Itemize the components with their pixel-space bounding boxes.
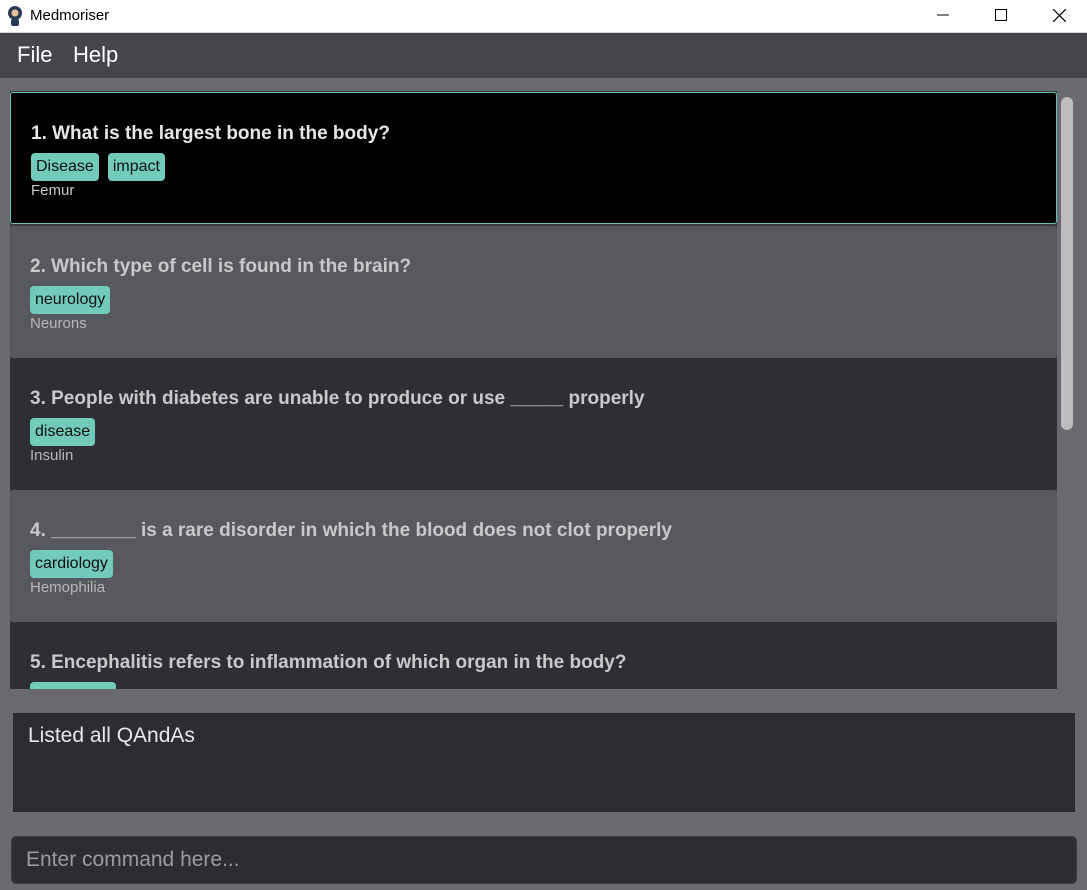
tag: impact	[107, 153, 165, 181]
card-answer: Neurons	[30, 315, 87, 332]
card-tags	[30, 682, 116, 689]
maximize-button[interactable]	[972, 0, 1030, 30]
card-answer: Femur	[31, 182, 75, 199]
menu-file[interactable]: File	[17, 42, 52, 68]
scrollbar-thumb[interactable]	[1061, 97, 1073, 430]
tag: disease	[30, 418, 96, 446]
qanda-card-5[interactable]: 5. Encephalitis refers to inflammation o…	[10, 622, 1057, 689]
card-question: 5. Encephalitis refers to inflammation o…	[30, 652, 627, 673]
card-answer: Hemophilia	[30, 579, 106, 596]
card-tags: neurology	[30, 286, 111, 314]
tag	[30, 682, 116, 689]
card-tags: cardiology	[30, 550, 113, 578]
card-tags: disease	[30, 418, 96, 446]
qanda-card-4[interactable]: 4. ________ is a rare disorder in which …	[10, 490, 1057, 622]
qanda-card-1[interactable]: 1. What is the largest bone in the body?…	[10, 92, 1057, 224]
minimize-button[interactable]	[914, 0, 972, 30]
close-icon	[1052, 8, 1066, 22]
card-answer: Insulin	[30, 447, 74, 464]
result-display: Listed all QAndAs	[13, 713, 1075, 812]
minimize-icon	[937, 14, 949, 16]
result-text: Listed all QAndAs	[28, 724, 195, 747]
menu-bar: File Help	[0, 33, 1087, 78]
title-bar: Medmoriser	[0, 0, 1087, 33]
card-tags: Disease impact	[31, 153, 165, 181]
card-question: 2. Which type of cell is found in the br…	[30, 256, 412, 277]
qanda-card-3[interactable]: 3. People with diabetes are unable to pr…	[10, 358, 1057, 490]
card-question: 4. ________ is a rare disorder in which …	[30, 520, 672, 541]
card-question: 3. People with diabetes are unable to pr…	[30, 388, 645, 409]
command-box	[11, 836, 1077, 884]
tag: Disease	[31, 153, 99, 181]
card-question: 1. What is the largest bone in the body?	[31, 123, 390, 144]
tag: neurology	[30, 286, 111, 314]
window-title: Medmoriser	[30, 7, 110, 24]
qanda-card-2[interactable]: 2. Which type of cell is found in the br…	[10, 226, 1057, 358]
tag: cardiology	[30, 550, 113, 578]
menu-help[interactable]: Help	[73, 42, 118, 68]
maximize-icon	[995, 9, 1007, 21]
app-logo-icon	[6, 5, 24, 27]
close-button[interactable]	[1030, 0, 1087, 30]
command-input[interactable]	[12, 837, 1076, 883]
qanda-list[interactable]: 1. What is the largest bone in the body?…	[10, 91, 1077, 689]
